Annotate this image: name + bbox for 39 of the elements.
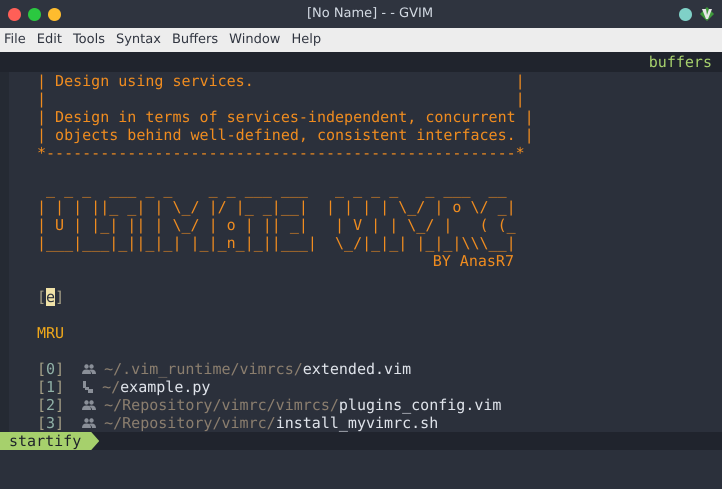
window-title: [No Name] - - GVIM [306,5,434,24]
menu-item[interactable]: Edit [36,30,62,50]
author-credit: BY AnasR7 [432,252,514,270]
banner-line: | objects behind well-defined, consistent interfaces. | [37,126,534,144]
minimize-button[interactable] [48,8,61,20]
file-path-link[interactable]: ~/example.py [102,378,210,396]
menu-item[interactable]: Buffers [172,30,218,50]
people-icon [82,418,96,428]
file-path-link[interactable]: ~/Repository/vimrc/install_myvimrc.sh [104,414,438,432]
menu-item[interactable]: Help [291,30,322,50]
banner-line: | Design using services. | [37,72,525,90]
list-index: [3] [37,414,64,432]
tab-label[interactable]: buffers [648,53,712,71]
file-path-link[interactable]: ~/.vim_runtime/vimrcs/extended.vim [104,360,412,378]
menu-item[interactable]: Syntax [116,30,161,50]
menu-item[interactable]: Window [229,30,280,50]
people-icon [82,364,96,374]
list-index: [0] [37,360,64,378]
ascii-art-line: | | | ||_ _| | \_/ |/ |_ _|__| | | | | \_/ | o \/ _| [37,198,516,216]
close-button[interactable] [8,8,21,20]
list-index: [2] [37,396,64,414]
ascii-art-line: |___|___|_||_|_| |_|_n_|_||___| \_/|_|_| |_|_|\\\__| [37,234,516,252]
banner-line: | Design in terms of services-independent, concurrent | [37,108,534,126]
file-path-link[interactable]: ~/Repository/vimrc/vimrcs/plugins_config.vim [104,396,502,414]
app-logo-icon [700,7,714,21]
banner-line: | | [37,90,525,108]
people-icon [82,400,96,410]
section-heading: MRU [37,324,64,342]
pin-button[interactable] [679,8,692,20]
banner-line: *----------------------------------------------------* [37,144,525,162]
ascii-art-line: _ _ _ ___ _ _ _ _ ___ ___ _ _ _ _ _ ___ __ [45,180,507,198]
mode-label: startify [0,432,100,450]
empty-buffer-link[interactable]: [e] [37,288,64,306]
menu-item[interactable]: Tools [72,30,105,50]
maximize-button[interactable] [28,8,41,20]
list-index: [1] [37,378,64,396]
file-type-icon [82,381,94,393]
ascii-art-line: | U | |_| || | \_/ | o | || _| | V | | \_/ | ( (_ [37,216,516,234]
menu-item[interactable]: File [4,30,26,50]
